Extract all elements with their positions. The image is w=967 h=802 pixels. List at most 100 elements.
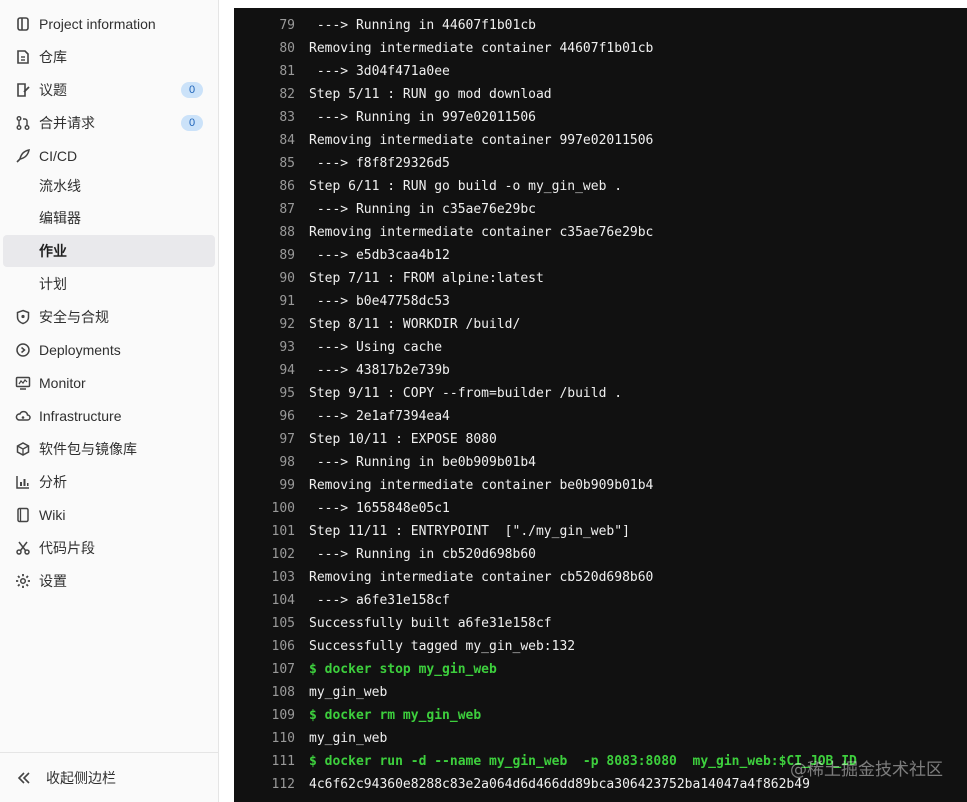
line-number[interactable]: 100 <box>234 497 295 520</box>
log-text: $ docker stop my_gin_web <box>309 662 497 677</box>
sidebar-item-label: 软件包与镜像库 <box>39 441 137 457</box>
log-line: 101 Step 11/11 : ENTRYPOINT ["./my_gin_we… <box>234 520 967 543</box>
log-line: 79 ---> Running in 44607f1b01cb <box>234 14 967 37</box>
sidebar-item-label: 分析 <box>39 474 67 490</box>
log-line: 106 Successfully tagged my_gin_web:132 <box>234 635 967 658</box>
log-line: 93 ---> Using cache <box>234 336 967 359</box>
sidebar-item-label: Wiki <box>39 507 66 523</box>
monitor-icon <box>15 375 31 391</box>
line-number[interactable]: 86 <box>234 175 295 198</box>
line-number[interactable]: 99 <box>234 474 295 497</box>
log-text: ---> f8f8f29326d5 <box>309 156 450 171</box>
line-number[interactable]: 87 <box>234 198 295 221</box>
sidebar: Project information 仓库 议题 0 合并请求 0 CI/CD 流水线 编辑器… <box>0 0 219 802</box>
sidebar-item-rocket[interactable]: CI/CD <box>3 140 215 172</box>
line-number[interactable]: 93 <box>234 336 295 359</box>
line-number[interactable]: 84 <box>234 129 295 152</box>
sidebar-item-label: Deployments <box>39 342 121 358</box>
sidebar-item-merge-request[interactable]: 合并请求 0 <box>3 107 215 139</box>
sidebar-item-sub-8[interactable]: 计划 <box>3 268 215 300</box>
log-text: Removing intermediate container cb520d69… <box>309 570 654 585</box>
count-badge: 0 <box>181 115 203 131</box>
line-number[interactable]: 107 <box>234 658 295 681</box>
log-line: 81 ---> 3d04f471a0ee <box>234 60 967 83</box>
line-number[interactable]: 85 <box>234 152 295 175</box>
sidebar-item-deployments[interactable]: Deployments <box>3 334 215 366</box>
sidebar-item-doc[interactable]: 仓库 <box>3 41 215 73</box>
line-number[interactable]: 97 <box>234 428 295 451</box>
sidebar-item-shield[interactable]: 安全与合规 <box>3 301 215 333</box>
log-text: ---> Using cache <box>309 340 443 355</box>
line-number[interactable]: 79 <box>234 14 295 37</box>
log-text: Step 10/11 : EXPOSE 8080 <box>309 432 497 447</box>
log-line: 89 ---> e5db3caa4b12 <box>234 244 967 267</box>
sidebar-item-sub-6[interactable]: 编辑器 <box>3 202 215 234</box>
line-number[interactable]: 109 <box>234 704 295 727</box>
log-text: ---> 1655848e05c1 <box>309 501 450 516</box>
log-line: 84 Removing intermediate container 997e02… <box>234 129 967 152</box>
line-number[interactable]: 103 <box>234 566 295 589</box>
line-number[interactable]: 106 <box>234 635 295 658</box>
line-number[interactable]: 111 <box>234 750 295 773</box>
log-line: 100 ---> 1655848e05c1 <box>234 497 967 520</box>
log-text: Step 7/11 : FROM alpine:latest <box>309 271 544 286</box>
line-number[interactable]: 110 <box>234 727 295 750</box>
log-text: ---> 2e1af7394ea4 <box>309 409 450 424</box>
sidebar-item-chart[interactable]: 分析 <box>3 466 215 498</box>
log-text: Step 6/11 : RUN go build -o my_gin_web . <box>309 179 623 194</box>
log-text: Removing intermediate container c35ae76e… <box>309 225 654 240</box>
sidebar-item-issues[interactable]: 议题 0 <box>3 74 215 106</box>
line-number[interactable]: 112 <box>234 773 295 796</box>
double-chevron-left-icon <box>16 770 32 786</box>
log-text: ---> Running in be0b909b01b4 <box>309 455 536 470</box>
line-number[interactable]: 82 <box>234 83 295 106</box>
sidebar-item-sub-5[interactable]: 流水线 <box>3 170 215 202</box>
chart-icon <box>15 474 31 490</box>
log-line: 80 Removing intermediate container 44607f… <box>234 37 967 60</box>
issues-icon <box>15 82 31 98</box>
line-number[interactable]: 81 <box>234 60 295 83</box>
line-number[interactable]: 102 <box>234 543 295 566</box>
sidebar-item-label: 编辑器 <box>39 210 81 226</box>
sidebar-item-cloud[interactable]: Infrastructure <box>3 400 215 432</box>
sidebar-item-label: CI/CD <box>39 148 78 164</box>
log-text: Step 9/11 : COPY --from=builder /build . <box>309 386 623 401</box>
log-text: my_gin_web <box>309 731 388 746</box>
log-line: 92 Step 8/11 : WORKDIR /build/ <box>234 313 967 336</box>
line-number[interactable]: 90 <box>234 267 295 290</box>
line-number[interactable]: 101 <box>234 520 295 543</box>
sidebar-item-project[interactable]: Project information <box>3 8 215 40</box>
line-number[interactable]: 83 <box>234 106 295 129</box>
sidebar-item-package[interactable]: 软件包与镜像库 <box>3 433 215 465</box>
line-number[interactable]: 92 <box>234 313 295 336</box>
line-number[interactable]: 94 <box>234 359 295 382</box>
line-number[interactable]: 91 <box>234 290 295 313</box>
sidebar-item-label: 仓库 <box>39 49 67 65</box>
log-line: 90 Step 7/11 : FROM alpine:latest <box>234 267 967 290</box>
collapse-sidebar-button[interactable]: 收起侧边栏 <box>0 752 219 802</box>
log-text: ---> 43817b2e739b <box>309 363 450 378</box>
log-text: Removing intermediate container be0b909b… <box>309 478 654 493</box>
sidebar-item-sub-7[interactable]: 作业 <box>3 235 215 267</box>
log-line: 88 Removing intermediate container c35ae7… <box>234 221 967 244</box>
sidebar-item-scissors[interactable]: 代码片段 <box>3 532 215 564</box>
line-number[interactable]: 88 <box>234 221 295 244</box>
log-text: ---> Running in 44607f1b01cb <box>309 18 536 33</box>
line-number[interactable]: 95 <box>234 382 295 405</box>
log-line: 87 ---> Running in c35ae76e29bc <box>234 198 967 221</box>
line-number[interactable]: 105 <box>234 612 295 635</box>
sidebar-item-label: 议题 <box>39 82 67 98</box>
line-number[interactable]: 104 <box>234 589 295 612</box>
sidebar-item-book[interactable]: Wiki <box>3 499 215 531</box>
line-number[interactable]: 96 <box>234 405 295 428</box>
log-line: 83 ---> Running in 997e02011506 <box>234 106 967 129</box>
sidebar-item-gear[interactable]: 设置 <box>3 565 215 597</box>
log-line: 91 ---> b0e47758dc53 <box>234 290 967 313</box>
line-number[interactable]: 80 <box>234 37 295 60</box>
line-number[interactable]: 98 <box>234 451 295 474</box>
line-number[interactable]: 108 <box>234 681 295 704</box>
watermark: @稀土掘金技术社区 <box>790 760 943 780</box>
sidebar-item-monitor[interactable]: Monitor <box>3 367 215 399</box>
line-number[interactable]: 89 <box>234 244 295 267</box>
log-line: 95 Step 9/11 : COPY --from=builder /build… <box>234 382 967 405</box>
